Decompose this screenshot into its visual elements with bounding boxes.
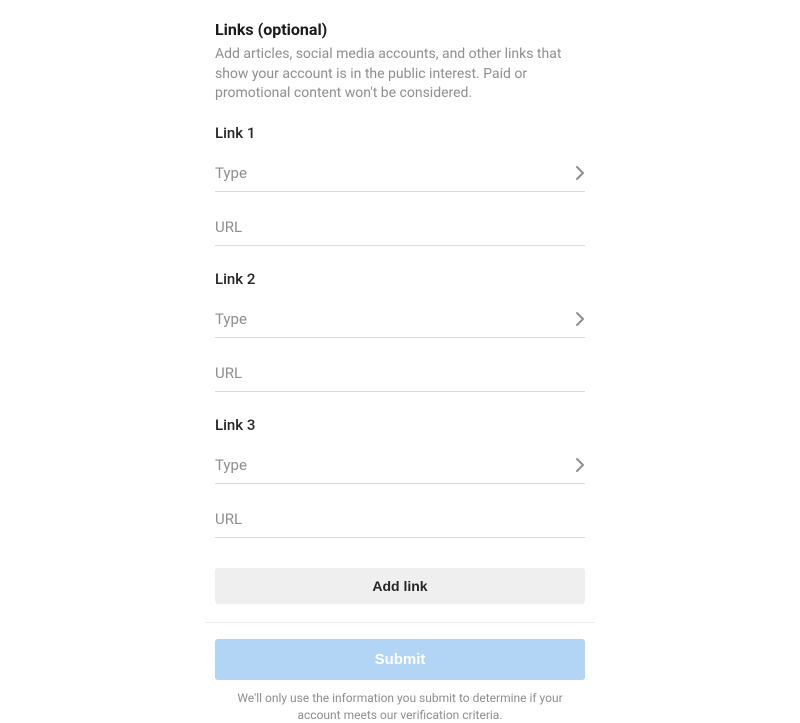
link-type-placeholder: Type — [215, 310, 247, 328]
link-url-placeholder: URL — [215, 510, 242, 528]
link-type-placeholder: Type — [215, 164, 247, 182]
link-label-3: Link 3 — [215, 416, 585, 434]
section-title: Links (optional) — [215, 20, 585, 39]
link-group-3: Link 3 Type URL — [215, 416, 585, 538]
link-label-2: Link 2 — [215, 270, 585, 288]
link-type-selector-2[interactable]: Type — [215, 302, 585, 338]
link-type-placeholder: Type — [215, 456, 247, 474]
chevron-right-icon — [575, 165, 585, 181]
footer-note: We'll only use the information you submi… — [215, 690, 585, 723]
divider — [205, 622, 595, 623]
link-url-placeholder: URL — [215, 364, 242, 382]
link-type-selector-3[interactable]: Type — [215, 448, 585, 484]
link-group-2: Link 2 Type URL — [215, 270, 585, 392]
links-section: Links (optional) Add articles, social me… — [215, 0, 585, 700]
section-description: Add articles, social media accounts, and… — [215, 45, 585, 104]
add-link-button[interactable]: Add link — [215, 568, 585, 604]
submit-button[interactable]: Submit — [215, 639, 585, 680]
link-type-selector-1[interactable]: Type — [215, 156, 585, 192]
link-url-input-1[interactable]: URL — [215, 210, 585, 246]
chevron-right-icon — [575, 457, 585, 473]
link-label-1: Link 1 — [215, 124, 585, 142]
link-url-placeholder: URL — [215, 218, 242, 236]
link-url-input-2[interactable]: URL — [215, 356, 585, 392]
chevron-right-icon — [575, 311, 585, 327]
link-group-1: Link 1 Type URL — [215, 124, 585, 246]
link-url-input-3[interactable]: URL — [215, 502, 585, 538]
